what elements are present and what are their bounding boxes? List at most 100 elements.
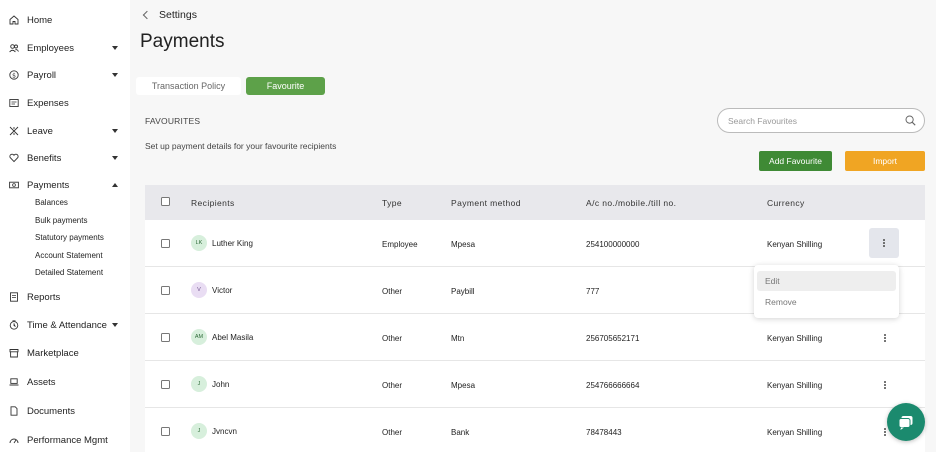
recipient-type: Other xyxy=(382,381,403,390)
table-header: Recipients Type Payment method A/c no./m… xyxy=(145,185,925,220)
users-icon xyxy=(9,43,19,53)
sidebar-item-label: Payments xyxy=(27,179,70,191)
recipient-name: John xyxy=(212,380,230,389)
avatar: LK xyxy=(191,235,207,251)
sidebar-item-time-attendance[interactable]: Time & Attendance xyxy=(0,315,130,335)
row-checkbox[interactable] xyxy=(161,380,170,389)
sidebar-item-label: Payroll xyxy=(27,69,57,81)
chevron-down-icon[interactable] xyxy=(112,73,118,77)
avatar: V xyxy=(191,282,207,298)
sidebar-subitem-account-statement[interactable]: Account Statement xyxy=(35,251,103,260)
table-row[interactable]: J John Other Mpesa 254766666664 Kenyan S… xyxy=(145,361,925,408)
menu-item-edit[interactable]: Edit xyxy=(757,271,896,291)
cash-icon xyxy=(9,180,19,190)
sidebar-item-expenses[interactable]: Expenses xyxy=(0,93,130,113)
search-box[interactable] xyxy=(717,108,925,133)
sidebar: Home Employees $ Payroll Expenses Leave … xyxy=(0,0,130,452)
row-actions-menu: Edit Remove xyxy=(754,265,899,318)
more-options-icon[interactable] xyxy=(869,228,899,258)
payment-method: Mpesa xyxy=(451,381,476,390)
row-checkbox[interactable] xyxy=(161,333,170,342)
chevron-down-icon[interactable] xyxy=(112,129,118,133)
sidebar-item-payments[interactable]: Payments xyxy=(0,175,130,195)
sidebar-subitem-statutory-payments[interactable]: Statutory payments xyxy=(35,233,104,242)
payment-method: Bank xyxy=(451,428,470,437)
chevron-up-icon[interactable] xyxy=(112,183,118,187)
recipient-name: Jvncvn xyxy=(212,427,237,436)
section-description: Set up payment details for your favourit… xyxy=(145,141,337,151)
sidebar-item-label: Documents xyxy=(27,405,76,417)
currency: Kenyan Shilling xyxy=(767,240,823,249)
tab-transaction-policy[interactable]: Transaction Policy xyxy=(136,77,241,95)
add-favourite-button[interactable]: Add Favourite xyxy=(759,151,832,171)
table-row[interactable]: LK Luther King Employee Mpesa 2541000000… xyxy=(145,220,925,267)
clock-icon xyxy=(9,320,19,330)
sidebar-item-home[interactable]: Home xyxy=(0,10,130,30)
sidebar-item-marketplace[interactable]: Marketplace xyxy=(0,343,130,363)
leave-icon xyxy=(9,126,19,136)
avatar: J xyxy=(191,376,207,392)
receipt-icon xyxy=(9,98,19,108)
recipient-name: Abel Masila xyxy=(212,333,254,342)
chevron-down-icon[interactable] xyxy=(112,46,118,50)
sidebar-item-label: Time & Attendance xyxy=(27,319,107,331)
select-all-checkbox[interactable] xyxy=(161,197,170,206)
heart-icon xyxy=(9,153,19,163)
avatar: J xyxy=(191,423,207,439)
recipient-name: Luther King xyxy=(212,239,253,248)
chevron-down-icon[interactable] xyxy=(112,156,118,160)
payment-method: Mtn xyxy=(451,334,465,343)
column-header-payment-method: Payment method xyxy=(451,198,521,208)
more-options-icon[interactable] xyxy=(878,376,892,394)
sidebar-item-leave[interactable]: Leave xyxy=(0,121,130,141)
more-options-icon[interactable] xyxy=(878,329,892,347)
sidebar-item-performance[interactable]: Performance Mgmt xyxy=(0,430,130,450)
sidebar-subitem-detailed-statement[interactable]: Detailed Statement xyxy=(35,268,103,277)
search-input[interactable] xyxy=(728,114,898,128)
chevron-down-icon[interactable] xyxy=(112,323,118,327)
table-row[interactable]: J Jvncvn Other Bank 78478443 Kenyan Shil… xyxy=(145,408,925,452)
gauge-icon xyxy=(9,435,19,445)
chat-icon xyxy=(898,416,913,430)
sidebar-item-label: Expenses xyxy=(27,97,69,109)
recipient-type: Other xyxy=(382,428,403,437)
sidebar-item-employees[interactable]: Employees xyxy=(0,38,130,58)
tab-favourite[interactable]: Favourite xyxy=(246,77,325,95)
recipient-name: Victor xyxy=(212,286,233,295)
sidebar-item-label: Employees xyxy=(27,42,74,54)
search-icon[interactable] xyxy=(905,115,916,126)
money-circle-icon: $ xyxy=(9,70,19,80)
sidebar-item-reports[interactable]: Reports xyxy=(0,287,130,307)
sidebar-item-documents[interactable]: Documents xyxy=(0,401,130,421)
import-button[interactable]: Import xyxy=(845,151,925,171)
payment-method: Mpesa xyxy=(451,240,476,249)
sidebar-subitem-balances[interactable]: Balances xyxy=(35,198,68,207)
row-checkbox[interactable] xyxy=(161,239,170,248)
row-checkbox[interactable] xyxy=(161,286,170,295)
laptop-icon xyxy=(9,377,19,387)
row-checkbox[interactable] xyxy=(161,427,170,436)
sidebar-item-benefits[interactable]: Benefits xyxy=(0,148,130,168)
recipient-type: Other xyxy=(382,334,403,343)
sidebar-item-assets[interactable]: Assets xyxy=(0,372,130,392)
sidebar-subitem-bulk-payments[interactable]: Bulk payments xyxy=(35,216,87,225)
sidebar-item-payroll[interactable]: $ Payroll xyxy=(0,65,130,85)
column-header-account: A/c no./mobile./till no. xyxy=(586,198,677,208)
menu-item-remove[interactable]: Remove xyxy=(757,292,896,312)
document-icon xyxy=(9,406,19,416)
sidebar-item-label: Benefits xyxy=(27,152,62,164)
sidebar-item-label: Leave xyxy=(27,125,53,137)
chat-button[interactable] xyxy=(887,403,925,441)
currency: Kenyan Shilling xyxy=(767,428,823,437)
breadcrumb-label[interactable]: Settings xyxy=(159,9,197,21)
home-icon xyxy=(9,15,19,25)
account-number: 78478443 xyxy=(586,428,622,437)
table-row[interactable]: AM Abel Masila Other Mtn 256705652171 Ke… xyxy=(145,314,925,361)
chevron-left-icon[interactable] xyxy=(142,10,152,20)
payment-method: Paybill xyxy=(451,287,475,296)
breadcrumb[interactable]: Settings xyxy=(142,9,197,21)
account-number: 254100000000 xyxy=(586,240,640,249)
sidebar-item-label: Marketplace xyxy=(27,347,79,359)
page-title: Payments xyxy=(140,31,225,52)
column-header-currency: Currency xyxy=(767,198,805,208)
